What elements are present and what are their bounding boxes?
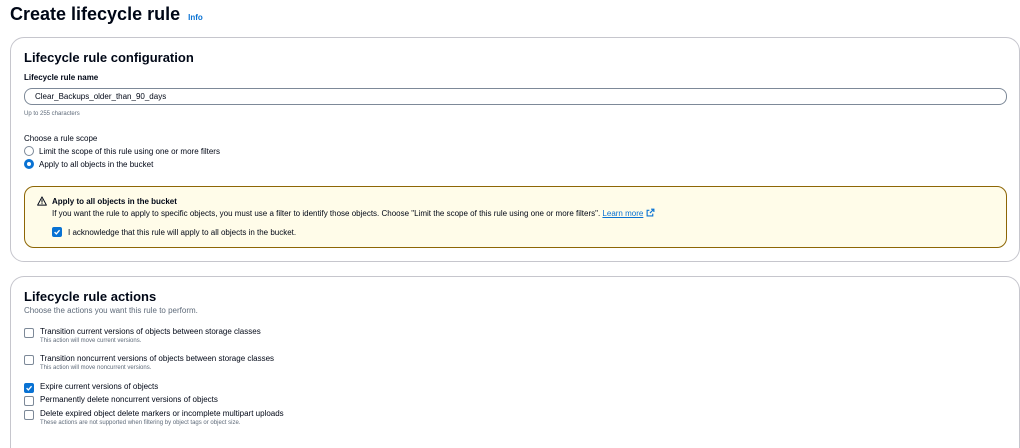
action-label: Delete expired object delete markers or …: [40, 409, 284, 418]
action-label: Permanently delete noncurrent versions o…: [40, 395, 218, 404]
radio-unselected[interactable]: [24, 146, 34, 156]
action-delete-noncurrent[interactable]: Permanently delete noncurrent versions o…: [24, 395, 218, 406]
checkmark-icon: [26, 385, 33, 391]
external-link-icon: [646, 208, 655, 217]
action-transition-current[interactable]: Transition current versions of objects b…: [24, 327, 261, 344]
rule-scope-label: Choose a rule scope: [24, 134, 98, 143]
action-checkbox[interactable]: [24, 383, 34, 393]
acknowledge-checkbox[interactable]: [52, 227, 62, 237]
action-label: Transition noncurrent versions of object…: [40, 354, 275, 363]
action-delete-markers[interactable]: Delete expired object delete markers or …: [24, 409, 284, 426]
warning-alert: Apply to all objects in the bucket If yo…: [24, 186, 1007, 248]
lifecycle-rule-actions-panel: Lifecycle rule actions Choose the action…: [10, 276, 1020, 448]
action-transition-noncurrent[interactable]: Transition noncurrent versions of object…: [24, 354, 274, 371]
page-title: Create lifecycle rule: [10, 4, 181, 24]
action-checkbox[interactable]: [24, 396, 34, 406]
warning-icon: [37, 196, 47, 206]
scope-option-limit[interactable]: Limit the scope of this rule using one o…: [24, 146, 220, 156]
action-checkbox[interactable]: [24, 355, 34, 365]
page-header: Create lifecycle rule Info: [10, 4, 203, 25]
action-description: These actions are not supported when fil…: [40, 420, 241, 426]
action-description: This action will move current versions.: [40, 338, 142, 344]
rule-name-input[interactable]: [24, 88, 1007, 105]
section-title-configuration: Lifecycle rule configuration: [24, 50, 194, 65]
radio-selected[interactable]: [24, 159, 34, 169]
alert-body-text: If you want the rule to apply to specifi…: [52, 209, 601, 218]
alert-body: If you want the rule to apply to specifi…: [52, 208, 655, 218]
scope-option-label: Apply to all objects in the bucket: [39, 159, 154, 169]
scope-option-all-objects[interactable]: Apply to all objects in the bucket: [24, 159, 153, 169]
action-description: This action will move noncurrent version…: [40, 365, 152, 371]
scope-option-label: Limit the scope of this rule using one o…: [39, 146, 220, 156]
actions-subtitle: Choose the actions you want this rule to…: [24, 306, 198, 315]
action-checkbox[interactable]: [24, 328, 34, 338]
acknowledge-label: I acknowledge that this rule will apply …: [68, 227, 297, 237]
rule-name-constraint: Up to 255 characters: [24, 111, 80, 117]
action-checkbox[interactable]: [24, 410, 34, 420]
learn-more-link[interactable]: Learn more: [602, 208, 655, 218]
action-expire-current[interactable]: Expire current versions of objects: [24, 382, 158, 393]
info-link[interactable]: Info: [188, 13, 203, 22]
action-label: Transition current versions of objects b…: [40, 327, 261, 336]
rule-name-label: Lifecycle rule name: [24, 73, 99, 82]
lifecycle-rule-configuration-panel: Lifecycle rule configuration Lifecycle r…: [10, 37, 1020, 262]
checkmark-icon: [54, 229, 61, 235]
alert-title: Apply to all objects in the bucket: [52, 197, 177, 206]
acknowledge-checkbox-row[interactable]: I acknowledge that this rule will apply …: [52, 227, 296, 237]
action-label: Expire current versions of objects: [40, 382, 159, 391]
section-title-actions: Lifecycle rule actions: [24, 289, 157, 304]
